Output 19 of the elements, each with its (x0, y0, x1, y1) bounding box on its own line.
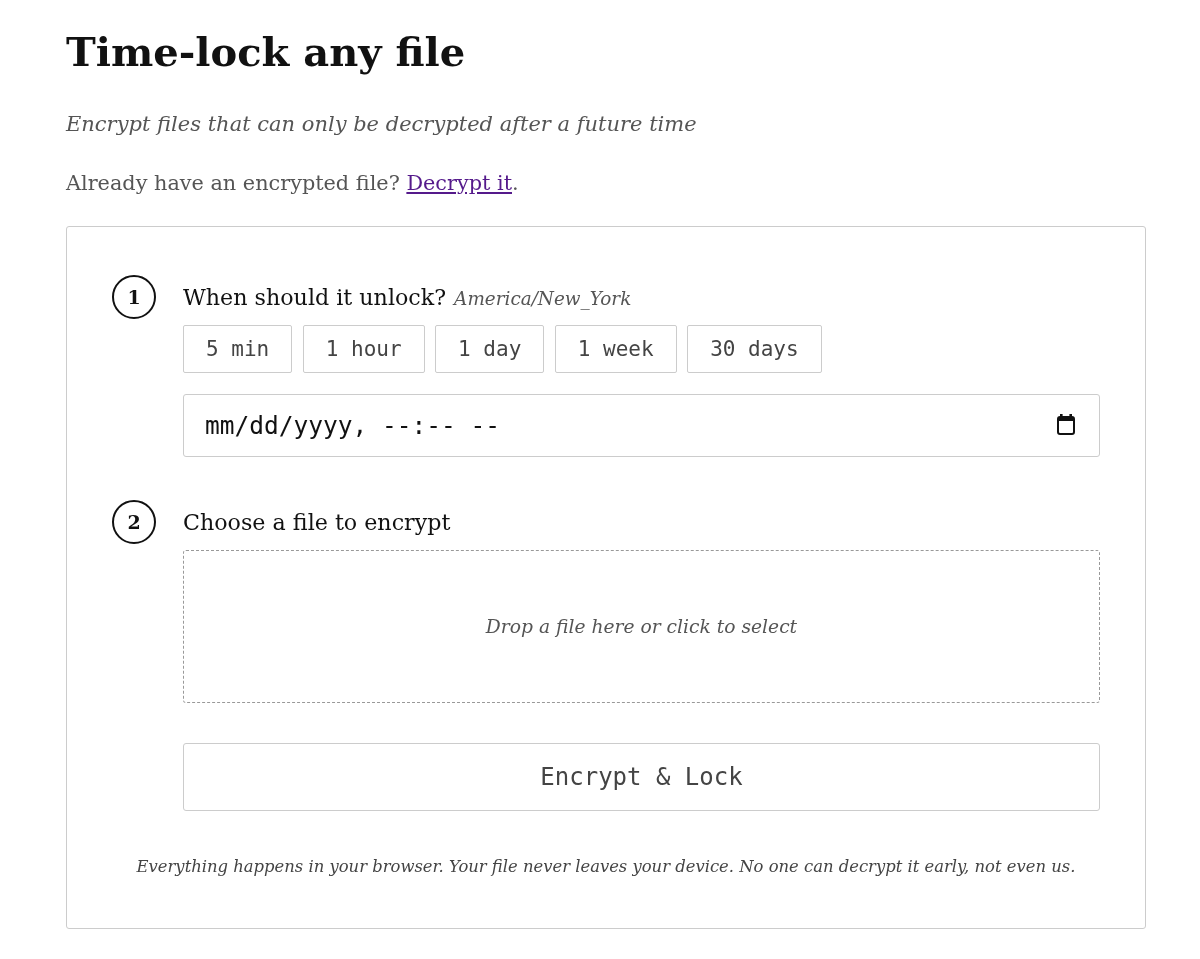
encrypt-lock-button[interactable]: Encrypt & Lock (183, 743, 1100, 811)
datetime-field[interactable]: mm/dd/yyyy, --:-- -- (183, 394, 1100, 457)
step-number: 2 (112, 500, 156, 544)
decrypt-link[interactable]: Decrypt it (406, 171, 512, 195)
decrypt-prompt: Already have an encrypted file? Decrypt it. (66, 170, 520, 197)
calendar-icon[interactable] (1057, 414, 1075, 435)
step-label: When should it unlock? (183, 284, 447, 310)
preset-button[interactable]: 30 days (687, 325, 822, 373)
preset-button[interactable]: 1 day (435, 325, 545, 373)
privacy-note: Everything happens in your browser. Your file never leaves your device. No one can decrypt it early, not even us. (135, 856, 1077, 878)
page-title: Time-lock any file (66, 27, 467, 77)
preset-button[interactable]: 1 week (554, 325, 677, 373)
preset-button[interactable]: 1 hour (302, 325, 425, 373)
timezone-label: America/New_York (454, 288, 632, 309)
preset-button[interactable]: 5 min (183, 325, 293, 373)
page-subtitle: Encrypt files that can only be decrypted after a future time (66, 111, 698, 138)
file-dropzone[interactable]: Drop a file here or click to select (183, 550, 1100, 703)
step-number: 1 (112, 275, 156, 319)
step-label: Choose a file to encrypt (183, 509, 451, 535)
